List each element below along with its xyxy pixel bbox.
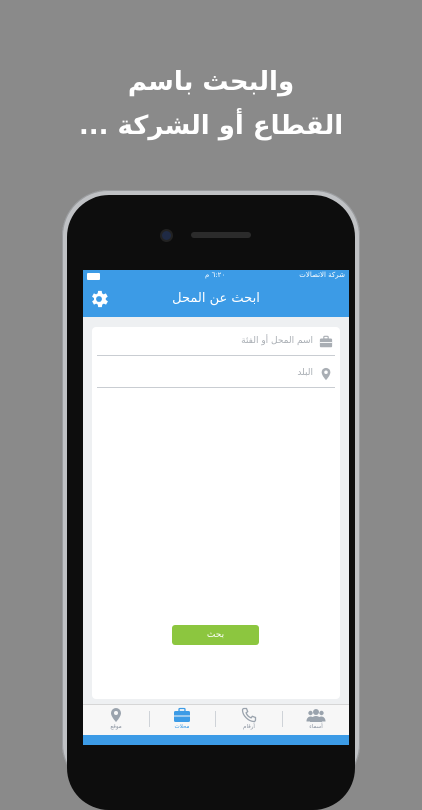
business-name-input[interactable]: اسم المحل أو الفئة — [97, 331, 335, 356]
battery-icon — [87, 273, 100, 280]
tab-numbers[interactable]: أرقام — [216, 705, 282, 735]
promo-headline: والبحث باسم القطاع أو الشركة ... — [0, 60, 422, 148]
phone-frame: ٦:٢٠ م شركة الاتصالات ابحث عن المحل اسم … — [62, 190, 360, 810]
briefcase-icon — [319, 335, 333, 348]
tab-stores-label: محلات — [174, 724, 190, 730]
tab-stores[interactable]: محلات — [149, 705, 215, 735]
phone-icon — [241, 707, 257, 723]
app-screen: ٦:٢٠ م شركة الاتصالات ابحث عن المحل اسم … — [83, 270, 349, 745]
business-name-placeholder: اسم المحل أو الفئة — [241, 336, 313, 346]
tab-bar: موقع محلات أرقام أسماء — [83, 704, 349, 745]
status-bar: ٦:٢٠ م شركة الاتصالات — [83, 270, 349, 281]
search-card: اسم المحل أو الفئة البلد بحث — [92, 327, 340, 699]
tab-names[interactable]: أسماء — [283, 705, 349, 735]
location-pin-icon — [321, 367, 331, 381]
earpiece-speaker — [191, 232, 251, 238]
promo-line-2: القطاع أو الشركة ... — [78, 111, 344, 141]
tab-location[interactable]: موقع — [83, 705, 149, 735]
page-title: ابحث عن المحل — [172, 291, 260, 306]
search-button[interactable]: بحث — [172, 625, 259, 645]
tab-names-label: أسماء — [309, 724, 323, 730]
status-carrier: شركة الاتصالات — [299, 271, 345, 279]
bottom-accent-strip — [83, 735, 349, 745]
location-pin-icon — [111, 708, 121, 722]
promo-line-1: والبحث باسم — [127, 67, 295, 97]
phone-bezel: ٦:٢٠ م شركة الاتصالات ابحث عن المحل اسم … — [67, 195, 355, 810]
city-placeholder: البلد — [297, 368, 313, 378]
tab-numbers-label: أرقام — [243, 724, 255, 730]
nav-bar: ابحث عن المحل — [83, 281, 349, 317]
briefcase-icon — [174, 707, 190, 722]
tab-location-label: موقع — [110, 724, 122, 730]
city-input[interactable]: البلد — [97, 363, 335, 388]
content-area: اسم المحل أو الفئة البلد بحث — [83, 317, 349, 705]
people-icon — [306, 709, 326, 722]
front-camera — [162, 231, 171, 240]
status-time: ٦:٢٠ م — [205, 271, 226, 279]
